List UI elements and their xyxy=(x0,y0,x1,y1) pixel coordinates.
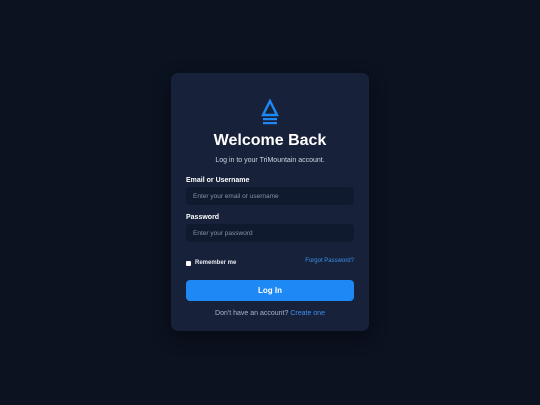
forgot-password-link[interactable]: Forgot Password? xyxy=(305,257,354,265)
email-input[interactable] xyxy=(186,187,354,205)
triangle-peak-icon xyxy=(261,99,279,125)
signup-text: Don't have an account? xyxy=(215,310,289,317)
page-title: Welcome Back xyxy=(213,132,327,149)
login-page: Welcome Back Log in to your TriMountain … xyxy=(0,0,540,405)
create-account-link[interactable]: Create one xyxy=(290,310,325,317)
remember-me[interactable]: Remember me xyxy=(186,259,236,267)
password-input[interactable] xyxy=(186,224,354,242)
remember-checkbox[interactable] xyxy=(186,260,191,266)
remember-label: Remember me xyxy=(195,260,237,266)
page-subtitle: Log in to your TriMountain account. xyxy=(215,157,325,164)
signup-prompt: Don't have an account? Create one xyxy=(171,309,369,318)
login-card: Welcome Back Log in to your TriMountain … xyxy=(171,73,369,331)
email-label: Email or Username xyxy=(186,177,250,184)
login-button[interactable]: Log In xyxy=(186,280,354,301)
password-label: Password xyxy=(186,214,220,221)
